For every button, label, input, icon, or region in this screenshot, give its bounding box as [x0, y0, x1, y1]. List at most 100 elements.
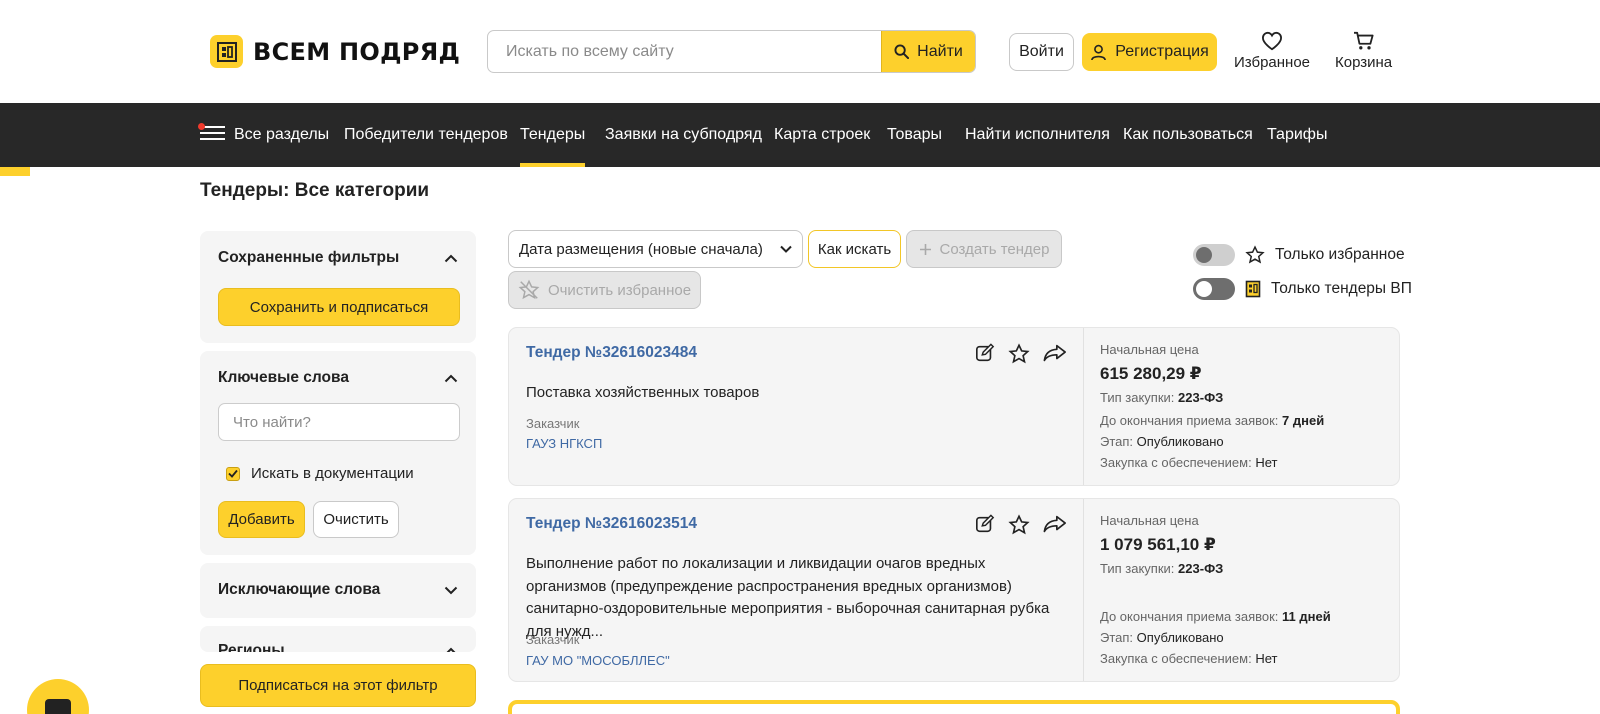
- tender-card: Тендер №32616023484 Поставка хозяйственн…: [508, 327, 1400, 486]
- nav-item-subcontract-requests[interactable]: Заявки на субподряд: [605, 103, 762, 167]
- price-label: Начальная цена: [1100, 513, 1199, 528]
- heart-icon: [1262, 31, 1283, 51]
- card-divider: [1083, 499, 1084, 681]
- notification-dot: [198, 123, 205, 130]
- nav-item-tariffs[interactable]: Тарифы: [1267, 103, 1327, 167]
- regions-header[interactable]: Регионы: [218, 642, 458, 652]
- exclude-words-panel: Исключающие слова: [200, 563, 476, 618]
- only-vp-label: Только тендеры ВП: [1271, 280, 1412, 297]
- how-to-search-button[interactable]: Как искать: [808, 230, 901, 268]
- only-favorites-label: Только избранное: [1275, 246, 1405, 263]
- keywords-header[interactable]: Ключевые слова: [218, 369, 458, 387]
- saved-filters-title: Сохраненные фильтры: [218, 249, 400, 266]
- header: ВСЕМ ПОДРЯД Найти Войти Регистрация Избр…: [0, 0, 1600, 103]
- logo[interactable]: ВСЕМ ПОДРЯД: [210, 35, 460, 68]
- only-favorites-toggle[interactable]: [1193, 244, 1235, 266]
- share-icon[interactable]: [1043, 514, 1067, 534]
- search-in-docs-checkbox[interactable]: Искать в документации: [226, 465, 414, 482]
- keywords-input[interactable]: [218, 403, 460, 441]
- deadline: До окончания приема заявок: 11 дней: [1100, 609, 1331, 624]
- chat-widget-button[interactable]: [27, 679, 89, 714]
- only-vp-toggle-row: Только тендеры ВП: [1193, 278, 1412, 300]
- saved-filters-panel: Сохраненные фильтры Сохранить и подписат…: [200, 231, 476, 343]
- nav-item-all-sections[interactable]: Все разделы: [234, 103, 329, 167]
- search-bar: Найти: [487, 30, 976, 73]
- tender-title-link[interactable]: Тендер №32616023514: [526, 515, 697, 533]
- nav-item-goods[interactable]: Товары: [887, 103, 942, 167]
- edit-icon[interactable]: [975, 343, 995, 363]
- tender-card: Тендер №32616023514 Выполнение работ по …: [508, 498, 1400, 682]
- procurement-type: Тип закупки: 223-ФЗ: [1100, 390, 1224, 405]
- subscribe-filter-button[interactable]: Подписаться на этот фильтр: [200, 664, 476, 707]
- accent-strip: [0, 167, 30, 176]
- only-favorites-toggle-row: Только избранное: [1193, 244, 1405, 266]
- logo-icon: [210, 35, 243, 68]
- security: Закупка с обеспечением: Нет: [1100, 455, 1278, 470]
- keywords-title: Ключевые слова: [218, 369, 349, 386]
- search-icon: [894, 44, 910, 59]
- customer-label: Заказчик: [526, 416, 580, 431]
- security: Закупка с обеспечением: Нет: [1100, 651, 1278, 666]
- tender-actions: [975, 514, 1067, 536]
- tender-card-highlighted: [508, 700, 1400, 714]
- user-icon: [1091, 44, 1107, 60]
- customer-link[interactable]: ГАУ МО "МОСОБЛЛЕС": [526, 653, 670, 668]
- search-button-label: Найти: [917, 42, 963, 60]
- share-icon[interactable]: [1043, 343, 1067, 363]
- exclude-words-title: Исключающие слова: [218, 581, 381, 598]
- add-keyword-button[interactable]: Добавить: [218, 501, 305, 538]
- nav-item-tenders[interactable]: Тендеры: [520, 103, 586, 167]
- tender-title-link[interactable]: Тендер №32616023484: [526, 344, 697, 362]
- cart-link[interactable]: Корзина: [1335, 31, 1392, 71]
- tender-description: Выполнение работ по локализации и ликвид…: [526, 555, 1050, 640]
- deadline: До окончания приема заявок: 7 дней: [1100, 413, 1325, 428]
- main-nav: Все разделы Победители тендеров Тендеры …: [0, 103, 1600, 167]
- only-vp-toggle[interactable]: [1193, 278, 1235, 300]
- logo-text: ВСЕМ ПОДРЯД: [253, 37, 461, 66]
- regions-title: Регионы: [218, 642, 285, 652]
- edit-icon[interactable]: [975, 514, 995, 534]
- star-icon: [1245, 245, 1265, 264]
- favorites-link[interactable]: Избранное: [1234, 31, 1310, 71]
- exclude-words-header[interactable]: Исключающие слова: [218, 581, 458, 599]
- search-input[interactable]: [488, 31, 881, 72]
- star-icon[interactable]: [1008, 343, 1030, 365]
- plus-icon: [919, 243, 931, 255]
- nav-item-construction-map[interactable]: Карта строек: [774, 103, 870, 167]
- nav-item-find-contractor[interactable]: Найти исполнителя: [965, 103, 1110, 167]
- tender-price: 1 079 561,10 ₽: [1100, 535, 1216, 554]
- menu-icon[interactable]: [198, 123, 225, 144]
- nav-item-tender-winners[interactable]: Победители тендеров: [344, 103, 508, 167]
- star-off-icon: [518, 279, 540, 300]
- checkbox-checked-icon: [226, 466, 240, 481]
- register-button[interactable]: Регистрация: [1082, 33, 1217, 71]
- page-title: Тендеры: Все категории: [200, 180, 430, 201]
- sort-select[interactable]: Дата размещения (новые сначала): [508, 230, 803, 268]
- cart-label: Корзина: [1335, 54, 1393, 71]
- create-tender-button[interactable]: Создать тендер: [906, 230, 1062, 268]
- save-and-subscribe-button[interactable]: Сохранить и подписаться: [218, 288, 460, 326]
- register-label: Регистрация: [1115, 43, 1209, 60]
- clear-keywords-button[interactable]: Очистить: [313, 501, 399, 538]
- nav-item-how-to-use[interactable]: Как пользоваться: [1123, 103, 1253, 167]
- card-divider: [1083, 328, 1084, 485]
- chevron-down-icon: [444, 586, 458, 594]
- vp-logo-icon: [1245, 280, 1261, 298]
- stage: Этап: Опубликовано: [1100, 630, 1224, 645]
- login-button[interactable]: Войти: [1009, 33, 1074, 71]
- tender-price: 615 280,29 ₽: [1100, 364, 1202, 383]
- regions-panel: Регионы: [200, 626, 476, 652]
- customer-label: Заказчик: [526, 632, 580, 647]
- procurement-type: Тип закупки: 223-ФЗ: [1100, 561, 1224, 576]
- search-button[interactable]: Найти: [881, 31, 975, 72]
- star-icon[interactable]: [1008, 514, 1030, 536]
- favorites-label: Избранное: [1234, 54, 1311, 71]
- chevron-down-icon: [780, 245, 792, 253]
- clear-favorites-button[interactable]: Очистить избранное: [508, 271, 701, 309]
- chevron-up-icon: [444, 254, 458, 262]
- saved-filters-header[interactable]: Сохраненные фильтры: [218, 249, 458, 267]
- sort-select-value: Дата размещения (новые сначала): [519, 240, 763, 258]
- tender-description: Поставка хозяйственных товаров: [526, 384, 760, 401]
- customer-link[interactable]: ГАУЗ НГКСП: [526, 436, 602, 451]
- search-in-docs-label: Искать в документации: [251, 465, 414, 482]
